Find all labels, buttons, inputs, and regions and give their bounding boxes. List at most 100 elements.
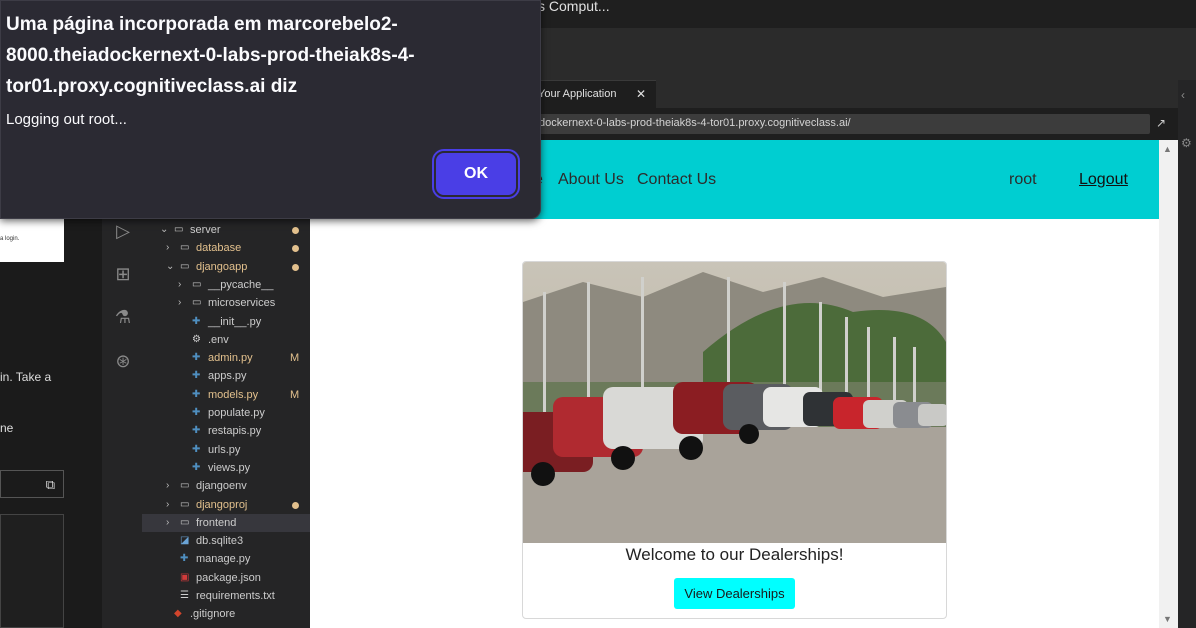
explorer-item[interactable]: ▣ package.json	[142, 569, 310, 587]
explorer-item[interactable]: ✚ views.py	[142, 459, 310, 477]
file-explorer: ⌄ ▭ server › ▭ database ⌄ ▭ djangoapp › ▭ __pycache…	[142, 200, 310, 628]
explorer-item[interactable]: ✚ urls.py	[142, 441, 310, 459]
chevron-right-icon[interactable]: ›	[166, 496, 169, 514]
settings-icon[interactable]: ⚙	[1181, 136, 1192, 150]
explorer-item[interactable]: ✚ manage.py	[142, 550, 310, 568]
explorer-item[interactable]: › ▭ frontend	[142, 513, 310, 532]
card-title: Welcome to our Dealerships!	[625, 545, 844, 564]
copy-icon[interactable]: ⧉	[46, 477, 55, 493]
explorer-item-label: urls.py	[208, 443, 241, 456]
explorer-item[interactable]: ⌄ ▭ server	[142, 221, 310, 239]
py-file-icon: ✚	[192, 443, 201, 455]
explorer-item-label: admin.py	[208, 352, 253, 365]
explorer-item[interactable]: › ▭ microservices	[142, 294, 310, 312]
code-snippet-box: ⧉	[0, 470, 64, 498]
ok-button[interactable]: OK	[432, 149, 520, 199]
git-status-badge: M	[290, 388, 300, 401]
activity-bar: ▷ ⊞ ⚗ ⊛	[102, 200, 142, 628]
scroll-down-icon[interactable]: ▼	[1163, 614, 1172, 624]
instructions-image-caption: a login.	[0, 236, 20, 242]
explorer-item-label: server	[190, 224, 221, 236]
explorer-item[interactable]: ✚ __init__.py	[142, 313, 310, 331]
webpage-scrollbar[interactable]: ▲ ▼	[1159, 140, 1178, 628]
explorer-item-label: __init__.py	[208, 315, 262, 328]
dialog-message: Logging out root...	[6, 111, 127, 128]
explorer-item[interactable]: ✚ admin.py M	[142, 349, 310, 367]
txt-file-icon: ☰	[180, 590, 189, 601]
run-debug-icon[interactable]: ▷	[112, 220, 134, 242]
explorer-item-label: restapis.py	[208, 425, 262, 438]
extensions-icon[interactable]: ⊞	[112, 263, 134, 285]
right-side-gutter: ‹ ⚙	[1178, 80, 1196, 628]
chevron-right-icon[interactable]: ›	[178, 294, 181, 312]
explorer-item[interactable]: ✚ restapis.py	[142, 422, 310, 440]
explorer-item-label: requirements.txt	[196, 590, 275, 602]
explorer-item[interactable]: › ▭ __pycache__	[142, 276, 310, 294]
scroll-up-icon[interactable]: ▲	[1163, 144, 1172, 154]
explorer-item-label: db.sqlite3	[196, 535, 244, 548]
modified-dot-icon	[292, 227, 299, 234]
nav-username: root	[1009, 171, 1037, 188]
json-file-icon: ▣	[180, 571, 190, 583]
modified-dot-icon	[292, 501, 299, 509]
folder-icon: ▭	[174, 224, 184, 235]
close-icon[interactable]: ✕	[636, 87, 646, 101]
explorer-item-label: .env	[208, 333, 229, 346]
logout-link[interactable]: Logout	[1079, 171, 1128, 189]
chevron-right-icon[interactable]: ›	[166, 477, 169, 495]
output-box	[0, 514, 64, 628]
py-file-icon: ✚	[192, 388, 201, 400]
explorer-item[interactable]: ✚ models.py M	[142, 386, 310, 404]
py-file-icon: ✚	[180, 553, 189, 565]
instructions-image: a login.	[0, 216, 64, 262]
explorer-item-label: djangoapp	[196, 260, 248, 273]
explorer-item-label: views.py	[208, 461, 251, 474]
chevron-right-icon[interactable]: ›	[178, 276, 181, 294]
chevron-down-icon[interactable]: ⌄	[160, 221, 168, 239]
git-status-badge: M	[290, 352, 300, 365]
db-file-icon: ◪	[180, 535, 190, 547]
explorer-item-label: .gitignore	[190, 608, 236, 621]
explorer-item[interactable]: › ▭ djangoenv	[142, 477, 310, 495]
dialog-heading: Uma página incorporada em marcorebelo2-8…	[6, 14, 415, 97]
explorer-item-label: populate.py	[208, 407, 265, 419]
nav-contact-link[interactable]: Contact Us	[637, 171, 716, 189]
py-file-icon: ✚	[192, 315, 201, 327]
testing-flask-icon[interactable]: ⚗	[112, 306, 134, 328]
py-file-icon: ✚	[192, 370, 201, 382]
url-text: dockernext-0-labs-prod-theiak8s-4-tor01.…	[539, 117, 851, 129]
folder-icon: ▭	[180, 242, 190, 254]
explorer-item[interactable]: ✚ populate.py	[142, 404, 310, 422]
tab-your-application[interactable]: Your Application ✕	[530, 80, 656, 108]
chevron-down-icon[interactable]: ⌄	[166, 258, 174, 276]
py-file-icon: ✚	[192, 352, 201, 364]
window-title: s Comput...	[538, 0, 610, 14]
explorer-item[interactable]: ◪ db.sqlite3	[142, 532, 310, 550]
explorer-item[interactable]: ✚ apps.py	[142, 367, 310, 385]
chevron-right-icon[interactable]: ›	[166, 514, 169, 532]
explorer-item-label: __pycache__	[208, 278, 274, 291]
explorer-item-label: manage.py	[196, 553, 251, 566]
explorer-item-label: frontend	[196, 516, 237, 529]
explorer-item[interactable]: ◆ .gitignore	[142, 605, 310, 623]
gear-file-icon: ⚙	[192, 333, 201, 345]
folder-icon: ▭	[192, 297, 202, 309]
explorer-item[interactable]: › ▭ database	[142, 239, 310, 257]
skills-network-icon[interactable]: ⊛	[112, 350, 134, 372]
explorer-item-label: microservices	[208, 297, 276, 310]
modified-dot-icon	[292, 263, 299, 271]
chevron-right-icon[interactable]: ›	[166, 239, 169, 257]
explorer-item[interactable]: ☰ requirements.txt	[142, 587, 310, 605]
folder-icon: ▭	[180, 260, 190, 272]
explorer-item[interactable]: ⌄ ▭ djangoapp	[142, 258, 310, 276]
explorer-item[interactable]: › ▭ djangoproj	[142, 496, 310, 514]
view-dealerships-button[interactable]: View Dealerships	[674, 578, 795, 609]
explorer-item[interactable]: ⚙ .env	[142, 331, 310, 349]
nav-about-link[interactable]: About Us	[558, 171, 624, 189]
chevron-icon[interactable]: ‹	[1181, 88, 1185, 102]
car-lot-photo	[523, 262, 946, 543]
folder-icon: ▭	[180, 516, 190, 528]
url-input[interactable]: dockernext-0-labs-prod-theiak8s-4-tor01.…	[530, 114, 1150, 134]
explorer-item-label: database	[196, 242, 242, 255]
open-external-icon[interactable]: ↗	[1156, 116, 1166, 130]
